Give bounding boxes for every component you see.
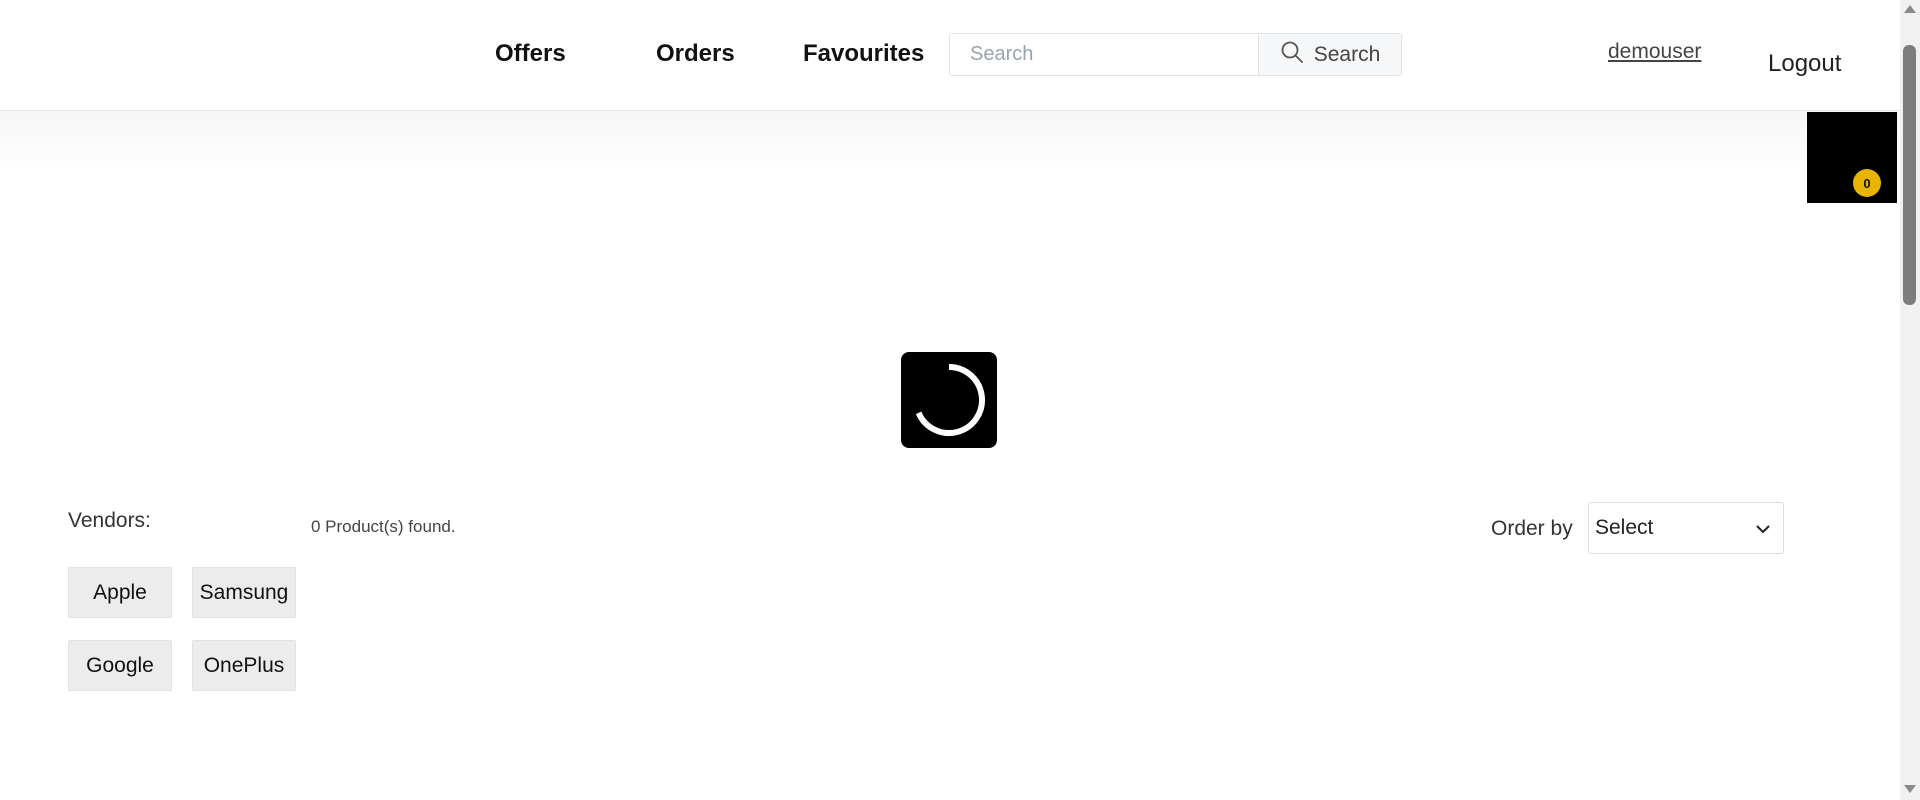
vendors-label: Vendors:: [68, 509, 151, 532]
nav-favourites[interactable]: Favourites: [803, 40, 924, 68]
loading-spinner: [901, 352, 997, 448]
scroll-up-arrow[interactable]: [1904, 5, 1916, 13]
vendor-button-apple[interactable]: Apple: [68, 567, 172, 618]
vendor-button-google[interactable]: Google: [68, 640, 172, 691]
products-found-count: 0 Product(s) found.: [311, 517, 456, 536]
page: Offers Orders Favourites Search demouser…: [0, 0, 1920, 800]
nav-offers[interactable]: Offers: [495, 40, 566, 68]
cart-count-badge: 0: [1853, 169, 1881, 197]
search-icon: [1280, 40, 1304, 70]
scroll-down-arrow[interactable]: [1904, 785, 1916, 793]
chevron-down-icon: [1755, 516, 1771, 540]
cart-button[interactable]: 0: [1807, 112, 1897, 203]
search-button-label: Search: [1313, 42, 1381, 66]
vendor-button-oneplus[interactable]: OnePlus: [192, 640, 296, 691]
header-shadow: [0, 111, 1900, 171]
search-box: Search: [949, 33, 1402, 76]
search-button[interactable]: Search: [1258, 34, 1401, 75]
vendor-button-samsung[interactable]: Samsung: [192, 567, 296, 618]
top-navbar: Offers Orders Favourites Search demouser…: [0, 0, 1900, 111]
logout-link[interactable]: Logout: [1768, 50, 1841, 78]
order-by-value: Select: [1595, 516, 1654, 539]
search-input[interactable]: [950, 34, 1258, 75]
nav-orders[interactable]: Orders: [656, 40, 735, 68]
order-by-label: Order by: [1491, 517, 1573, 540]
spinner-icon: [915, 364, 986, 436]
scroll-thumb[interactable]: [1903, 45, 1916, 305]
user-profile-link[interactable]: demouser: [1608, 40, 1701, 64]
vertical-scrollbar[interactable]: [1900, 0, 1920, 800]
order-by-select[interactable]: Select: [1588, 502, 1784, 554]
